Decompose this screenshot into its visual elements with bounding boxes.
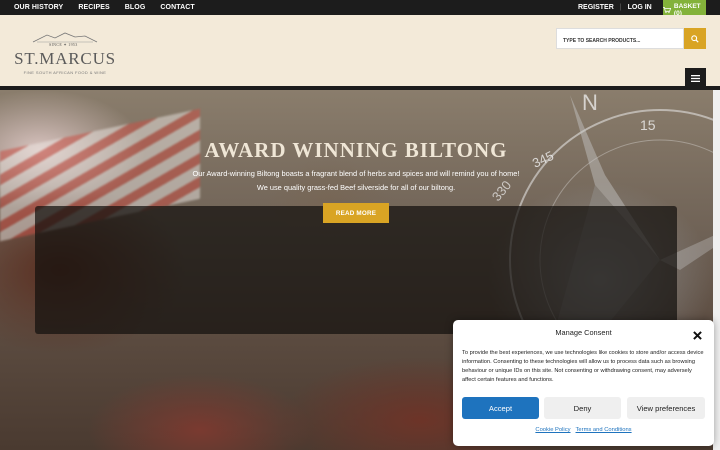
nav-contact[interactable]: CONTACT [160,0,194,15]
search-field [556,28,685,51]
logo-tagline: FINE SOUTH AFRICAN FOOD & WINE [23,70,107,75]
account-links: REGISTER | LOG IN [578,0,652,15]
cookie-policy-link[interactable]: Cookie Policy [535,427,570,433]
search-input[interactable] [557,31,685,51]
page-scrollbar[interactable] [713,90,720,450]
menu-toggle-button[interactable] [685,68,706,88]
top-bar: OUR HISTORY RECIPES BLOG CONTACT REGISTE… [0,0,720,15]
view-preferences-button[interactable]: View preferences [627,397,705,419]
site-logo[interactable]: SINCE ✦ 1953 ST.MARCUS FINE SOUTH AFRICA… [13,31,117,91]
nav-recipes[interactable]: RECIPES [78,0,109,15]
search-icon [691,34,699,43]
hero-caption-panel [35,206,677,334]
read-more-button[interactable]: READ MORE [323,203,389,223]
hero-description-line1: Our Award-winning Biltong boasts a fragr… [192,169,520,178]
logo-since: SINCE ✦ 1953 [49,42,78,47]
consent-title: Manage Consent [555,328,612,337]
svg-text:N: N [582,90,598,115]
accept-button[interactable]: Accept [462,397,539,419]
mountain-logo-icon [32,32,98,43]
deny-button[interactable]: Deny [544,397,621,419]
top-nav: OUR HISTORY RECIPES BLOG CONTACT [14,0,195,15]
consent-links: Cookie Policy Terms and Conditions [453,427,714,433]
site-header: SINCE ✦ 1953 ST.MARCUS FINE SOUTH AFRICA… [0,15,720,88]
nav-blog[interactable]: BLOG [125,0,146,15]
consent-description: To provide the best experiences, we use … [462,350,704,383]
close-button[interactable] [693,327,705,340]
hamburger-icon [691,74,700,82]
hero-title: AWARD WINNING BILTONG [204,138,508,162]
close-icon [693,331,702,340]
compass-number-15: 15 [640,117,656,133]
nav-our-history[interactable]: OUR HISTORY [14,0,63,15]
hero-description-line2: We use quality grass-fed Beef silverside… [256,183,456,192]
login-link[interactable]: LOG IN [628,4,652,11]
account-separator: | [619,4,622,11]
search-button[interactable] [684,28,706,49]
consent-dialog: Manage Consent To provide the best exper… [453,320,714,446]
logo-name: ST.MARCUS [14,49,116,68]
terms-link[interactable]: Terms and Conditions [576,427,632,433]
register-link[interactable]: REGISTER [578,4,614,11]
cart-icon [663,6,671,14]
